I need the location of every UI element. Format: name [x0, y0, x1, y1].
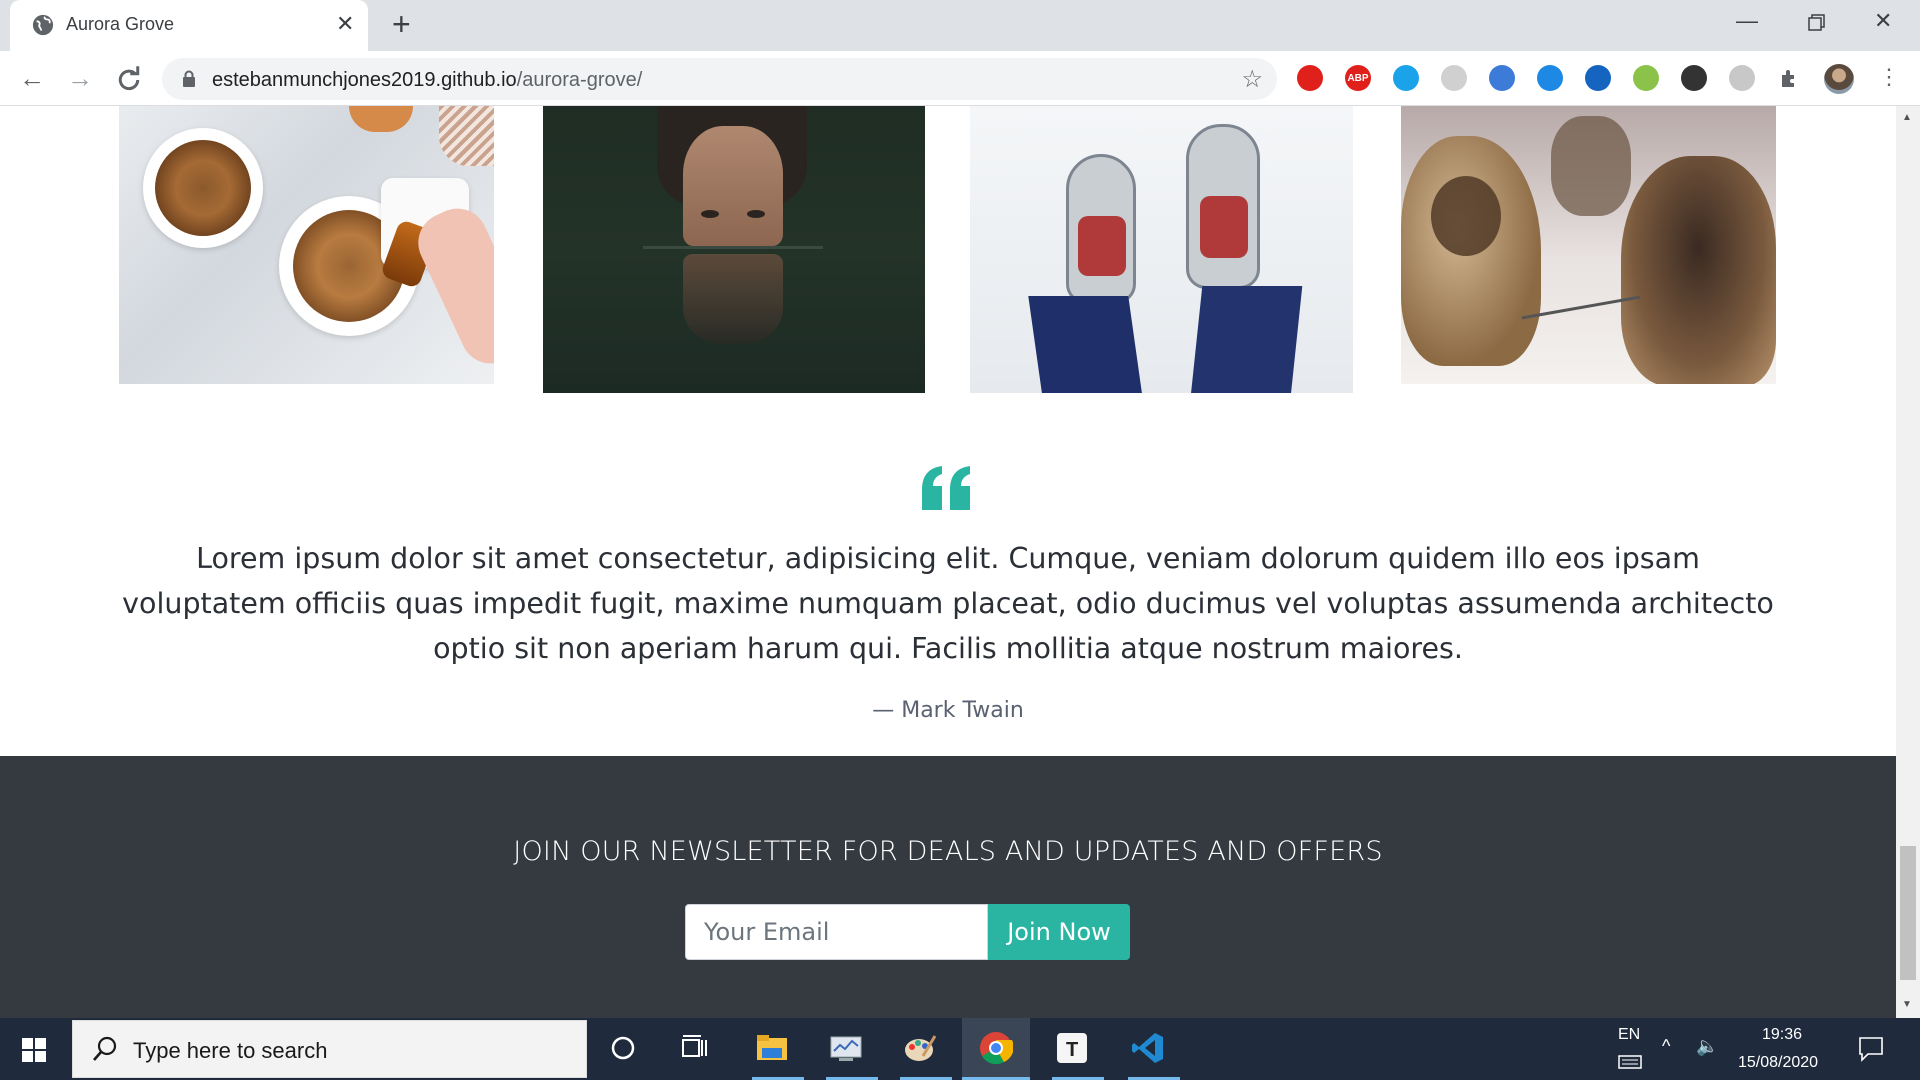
newsletter-section: JOIN OUR NEWSLETTER FOR DEALS AND UPDATE…	[0, 756, 1896, 1018]
windows-start-icon[interactable]	[22, 1038, 46, 1062]
url-host: estebanmunchjones2019.github.io	[212, 69, 517, 91]
taskbar-search[interactable]: Type here to search	[72, 1020, 587, 1078]
adblock-plus-icon[interactable]: ABP	[1345, 65, 1371, 91]
extensions-puzzle-icon[interactable]	[1778, 67, 1802, 91]
browser-toolbar: ← → estebanmunchjones2019.github.io/auro…	[0, 51, 1920, 106]
bookmark-star-icon[interactable]: ☆	[1241, 65, 1263, 94]
photo-snowshoes	[970, 106, 1353, 393]
forward-icon[interactable]: →	[65, 63, 95, 93]
crop-extension-icon[interactable]	[1585, 65, 1611, 91]
url-text: estebanmunchjones2019.github.io/aurora-g…	[212, 69, 642, 92]
new-tab-button[interactable]: +	[392, 8, 411, 40]
url-path: /aurora-grove/	[516, 69, 643, 91]
volume-icon[interactable]: 🔈	[1696, 1036, 1718, 1057]
search-icon	[93, 1036, 117, 1061]
lock-icon[interactable]	[182, 70, 196, 88]
browser-tab[interactable]: Aurora Grove ✕	[10, 0, 368, 51]
svg-text:T: T	[1066, 1039, 1078, 1061]
scroll-up-icon[interactable]: ▲	[1902, 112, 1912, 123]
windows-taskbar: Type here to search T EN ^ 🔈 19:36 15/08…	[0, 1018, 1920, 1080]
globe-icon	[32, 14, 54, 36]
vscode-icon[interactable]	[1128, 1028, 1168, 1068]
tab-sync-icon[interactable]	[1393, 65, 1419, 91]
clock-time[interactable]: 19:36	[1762, 1026, 1802, 1044]
moon-extension-icon[interactable]	[1489, 65, 1515, 91]
menu-kebab-icon[interactable]: ⋮	[1878, 63, 1900, 91]
address-bar[interactable]: estebanmunchjones2019.github.io/aurora-g…	[162, 58, 1277, 100]
dark-mode-icon[interactable]	[1681, 65, 1707, 91]
photo-granola-bowls	[119, 106, 494, 384]
scrollbar-thumb[interactable]	[1900, 846, 1916, 980]
join-now-button[interactable]: Join Now	[988, 904, 1130, 960]
newsletter-title: JOIN OUR NEWSLETTER FOR DEALS AND UPDATE…	[513, 836, 1383, 867]
close-window-icon[interactable]: ✕	[1874, 8, 1892, 34]
quote-icon	[922, 466, 970, 510]
grid-extension-icon[interactable]	[1441, 65, 1467, 91]
opera-vpn-icon[interactable]	[1297, 65, 1323, 91]
task-view-icon[interactable]	[676, 1028, 716, 1068]
back-icon[interactable]: ←	[17, 63, 47, 93]
quote-author: — Mark Twain	[872, 698, 1024, 723]
reload-icon[interactable]	[114, 65, 144, 95]
search-placeholder: Type here to search	[133, 1038, 328, 1063]
web-page: Lorem ipsum dolor sit amet consectetur, …	[0, 106, 1896, 1018]
scroll-down-icon[interactable]: ▼	[1902, 999, 1912, 1010]
record-extension-icon[interactable]	[1729, 65, 1755, 91]
window-blocker-icon[interactable]	[1537, 65, 1563, 91]
photo-sled-dogs	[1401, 106, 1776, 384]
show-hidden-icons-chevron-icon[interactable]: ^	[1662, 1036, 1670, 1057]
photo-woman-in-water	[543, 106, 925, 393]
quote-text: Lorem ipsum dolor sit amet consectetur, …	[122, 542, 1774, 665]
clock-date[interactable]: 15/08/2020	[1738, 1054, 1818, 1072]
language-indicator[interactable]: EN	[1618, 1026, 1640, 1044]
notifications-icon[interactable]	[1858, 1036, 1884, 1062]
tab-title: Aurora Grove	[66, 14, 175, 34]
typora-icon[interactable]: T	[1052, 1028, 1092, 1068]
restore-icon[interactable]	[1808, 14, 1826, 32]
tab-strip: Aurora Grove ✕ + — ✕	[0, 0, 1920, 51]
system-monitor-icon[interactable]	[826, 1028, 866, 1068]
paint-icon[interactable]	[900, 1028, 940, 1068]
close-tab-icon[interactable]: ✕	[336, 11, 354, 37]
cortana-icon[interactable]	[603, 1028, 643, 1068]
profile-avatar[interactable]	[1824, 64, 1854, 94]
pin-extension-icon[interactable]	[1633, 65, 1659, 91]
minimize-icon[interactable]: —	[1736, 8, 1758, 34]
page-scrollbar[interactable]: ▲ ▼	[1896, 106, 1920, 1018]
email-field[interactable]	[685, 904, 988, 960]
keyboard-icon[interactable]	[1618, 1054, 1642, 1070]
chrome-icon[interactable]	[976, 1028, 1016, 1068]
file-explorer-icon[interactable]	[752, 1028, 792, 1068]
